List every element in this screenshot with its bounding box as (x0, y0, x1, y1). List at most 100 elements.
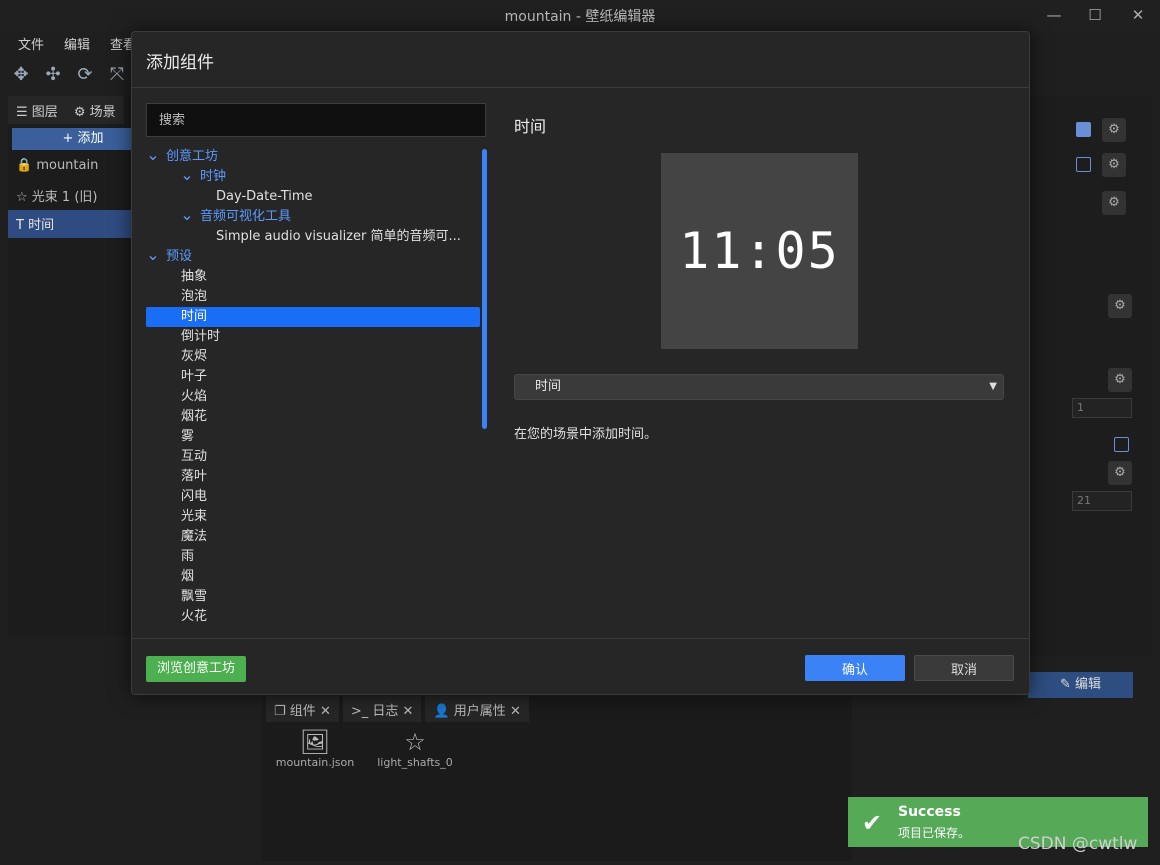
close-icon[interactable]: ✕ (320, 704, 331, 719)
tab-user-props[interactable]: 👤 用户属性 ✕ (425, 696, 529, 722)
edit-button[interactable]: ✎ 编辑 (1028, 672, 1133, 698)
title-bar: mountain - 壁纸编辑器 — ☐ ✕ (0, 0, 1160, 32)
user-icon: 👤 (433, 704, 454, 719)
assets-panel: ❐ 组件 ✕ >_ 日志 ✕ 👤 用户属性 ✕ 🖼 mountain.json ☆… (262, 696, 852, 861)
tree-item[interactable]: 火花 (146, 607, 480, 627)
tree-label: 时钟 (200, 169, 227, 184)
tree-folder[interactable]: ⌄ 创意工坊 (146, 147, 480, 167)
tree-label: 倒计时 (181, 329, 221, 344)
layers-icon: ☰ (16, 105, 32, 120)
tree-item[interactable]: 泡泡 (146, 287, 480, 307)
gear-icon[interactable]: ⚙ (1102, 153, 1126, 177)
tree-item[interactable]: 叶子 (146, 367, 480, 387)
close-icon[interactable]: ✕ (403, 704, 414, 719)
tree-item[interactable]: 雨 (146, 547, 480, 567)
star-icon: ☆ (404, 728, 426, 756)
gear-icon[interactable]: ⚙ (1102, 118, 1126, 142)
tree-item[interactable]: 闪电 (146, 487, 480, 507)
tree-folder[interactable]: ⌄ 音频可视化工具 (146, 207, 480, 227)
terminal-icon: >_ (350, 704, 373, 719)
tree-label: 闪电 (181, 489, 208, 504)
tree-item[interactable]: 落叶 (146, 467, 480, 487)
chevron-down-icon[interactable]: ⌄ (146, 247, 160, 263)
value-field[interactable]: 21 (1072, 491, 1132, 511)
component-select[interactable]: 时间 ▼ (514, 374, 1004, 400)
toast-message: 项目已保存。 (898, 826, 971, 840)
move-icon[interactable]: ✣ (40, 62, 66, 88)
tree-item[interactable]: 光束 (146, 507, 480, 527)
tree-label: 音频可视化工具 (200, 209, 292, 224)
tree-item[interactable]: 火焰 (146, 387, 480, 407)
tree-label: 泡泡 (181, 289, 208, 304)
tab-scene[interactable]: ⚙ 场景 (65, 96, 124, 124)
tree-label: 火焰 (181, 389, 208, 404)
tree-item[interactable]: Day-Date-Time (146, 187, 480, 207)
component-description: 在您的场景中添加时间。 (514, 427, 658, 442)
property-checkbox[interactable] (1114, 437, 1129, 452)
tree-label: 落叶 (181, 469, 208, 484)
asset-item[interactable]: 🖼 mountain.json (270, 728, 360, 769)
add-component-dialog: 添加组件 ⌄ 创意工坊 ⌄ 时钟 Day-Date-Time ⌄ 音频可视化工具 Simple… (131, 31, 1030, 695)
dialog-footer: 浏览创意工坊 确认 取消 (132, 638, 1029, 694)
asset-item[interactable]: ☆ light_shafts_0 (370, 728, 460, 769)
close-icon[interactable]: ✕ (1127, 4, 1149, 26)
gear-icon[interactable]: ⚙ (1108, 368, 1132, 392)
caret-down-icon: ▼ (989, 381, 997, 392)
tree-scrollbar[interactable] (482, 149, 487, 429)
menu-bar: 文件 编辑 查看 (8, 32, 146, 54)
minimize-icon[interactable]: — (1043, 4, 1065, 26)
scale-icon[interactable]: ⤧ (104, 62, 130, 88)
tree-label: 烟花 (181, 409, 208, 424)
move-camera-icon[interactable]: ✥ (8, 62, 34, 88)
property-checkbox[interactable] (1076, 157, 1091, 172)
text-icon: T (16, 218, 24, 233)
preview-title: 时间 (514, 117, 547, 136)
tree-label: 飘雪 (181, 589, 208, 604)
star-icon: ☆ (16, 190, 28, 205)
tree-item[interactable]: 魔法 (146, 527, 480, 547)
menu-file[interactable]: 文件 (8, 32, 54, 54)
maximize-icon[interactable]: ☐ (1084, 4, 1106, 26)
menu-edit[interactable]: 编辑 (54, 32, 100, 54)
gear-icon[interactable]: ⚙ (1102, 191, 1126, 215)
tab-components[interactable]: ❐ 组件 ✕ (266, 696, 339, 722)
tree-item[interactable]: 时间 (146, 307, 480, 327)
tree-item[interactable]: 互动 (146, 447, 480, 467)
tab-layers[interactable]: ☰ 图层 (8, 96, 66, 124)
preview-image: 11:05 (661, 153, 858, 349)
rotate-icon[interactable]: ⟳ (72, 62, 98, 88)
tree-label: 时间 (181, 309, 208, 324)
dialog-title: 添加组件 (146, 53, 214, 73)
chevron-down-icon[interactable]: ⌄ (180, 207, 194, 223)
lock-icon: 🔒 (16, 158, 33, 173)
confirm-button[interactable]: 确认 (805, 655, 905, 681)
gear-icon[interactable]: ⚙ (1108, 294, 1132, 318)
tree-label: Simple audio visualizer 简单的音频可... (216, 229, 461, 244)
tree-item[interactable]: Simple audio visualizer 简单的音频可... (146, 227, 480, 247)
image-icon: 🖼 (299, 728, 331, 756)
tree-label: 创意工坊 (166, 149, 219, 164)
value-field[interactable]: 1 (1072, 398, 1132, 418)
tree-label: 互动 (181, 449, 208, 464)
tree-folder[interactable]: ⌄ 预设 (146, 247, 480, 267)
tree-label: 魔法 (181, 529, 208, 544)
dialog-header: 添加组件 (132, 32, 1029, 88)
chevron-down-icon[interactable]: ⌄ (146, 147, 160, 163)
property-checkbox[interactable] (1076, 122, 1091, 137)
tree-folder[interactable]: ⌄ 时钟 (146, 167, 480, 187)
tree-label: 预设 (166, 249, 193, 264)
tree-item[interactable]: 飘雪 (146, 587, 480, 607)
close-icon[interactable]: ✕ (510, 704, 521, 719)
search-input[interactable] (146, 103, 486, 137)
cancel-button[interactable]: 取消 (914, 655, 1014, 681)
tree-item[interactable]: 雾 (146, 427, 480, 447)
chevron-down-icon[interactable]: ⌄ (180, 167, 194, 183)
tree-item[interactable]: 抽象 (146, 267, 480, 287)
tree-item[interactable]: 烟花 (146, 407, 480, 427)
tree-item[interactable]: 灰烬 (146, 347, 480, 367)
tree-item[interactable]: 烟 (146, 567, 480, 587)
tab-log[interactable]: >_ 日志 ✕ (342, 696, 422, 722)
browse-workshop-button[interactable]: 浏览创意工坊 (146, 656, 246, 682)
gear-icon[interactable]: ⚙ (1108, 461, 1132, 485)
tree-item[interactable]: 倒计时 (146, 327, 480, 347)
